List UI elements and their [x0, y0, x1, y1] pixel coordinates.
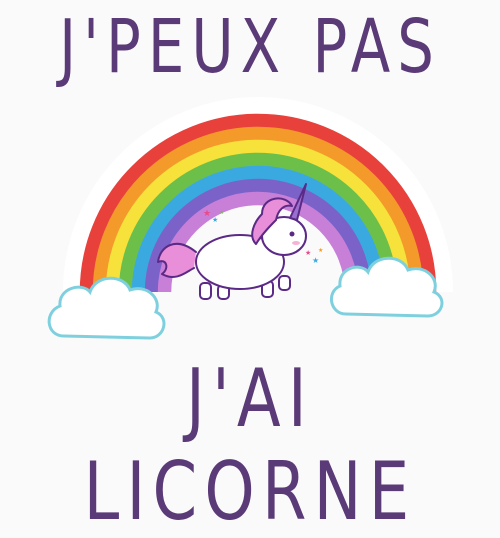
svg-text:★: ★: [212, 216, 218, 224]
svg-text:★: ★: [312, 256, 319, 265]
svg-text:★: ★: [305, 249, 311, 257]
svg-text:★: ★: [318, 247, 323, 254]
svg-text:★: ★: [219, 209, 224, 216]
svg-text:★: ★: [203, 209, 211, 219]
headline-bottom: J'AI LICORNE: [83, 352, 417, 538]
